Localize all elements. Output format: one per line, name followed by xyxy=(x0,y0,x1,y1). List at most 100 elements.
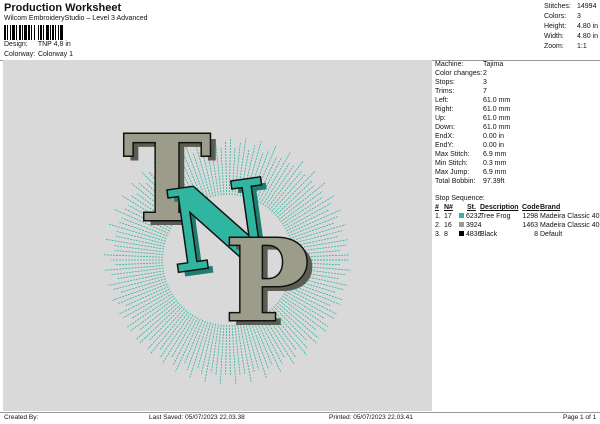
stop-row: 1. 17 6232 Tree Frog 1298 Madeira Classic 40 xyxy=(434,212,600,221)
stop-num: 1. xyxy=(435,213,441,220)
page-title: Production Worksheet xyxy=(4,2,122,14)
ray-stitch xyxy=(122,290,172,319)
ray-stitch xyxy=(278,182,326,220)
stop-sequence-header: # N# St. Description Code Brand xyxy=(434,203,600,212)
stat-row: Width: 4.80 in xyxy=(544,32,600,42)
detail-label: Color changes: xyxy=(435,70,483,77)
detail-value: 0.3 mm xyxy=(483,160,507,167)
stop-needle: 8 xyxy=(444,231,448,238)
design-label: Design: xyxy=(4,41,28,48)
colorway-label: Colorway: xyxy=(4,51,36,58)
stop-sequence-title: Stop Sequence: xyxy=(434,194,600,203)
stop-num: 3. xyxy=(435,231,441,238)
ray-stitch xyxy=(215,324,222,376)
ray-stitch xyxy=(111,267,164,276)
stat-label: Colors: xyxy=(544,13,567,20)
stop-brand: Madeira Classic 40 xyxy=(540,222,600,229)
ray-stitch xyxy=(210,324,219,373)
stop-sequence-rows: 1. 17 6232 Tree Frog 1298 Madeira Classic 40 2… xyxy=(434,212,600,239)
detail-value: 6.9 mm xyxy=(483,169,507,176)
stop-brand: Madeira Classic 40 xyxy=(540,213,600,220)
ray-stitch xyxy=(118,288,170,315)
detail-row: Right: 61.0 mm xyxy=(434,105,600,114)
detail-row: Min Stitch: 0.3 mm xyxy=(434,159,600,168)
detail-value: 61.0 mm xyxy=(483,97,511,104)
ray-stitch xyxy=(104,254,164,258)
stop-sequence: Stop Sequence: # N# St. Description Code… xyxy=(434,194,600,239)
stop-code-text: 3924 xyxy=(466,222,482,229)
stat-value: 4.80 in xyxy=(577,33,599,40)
detail-value: 3 xyxy=(483,79,487,86)
ray-stitch xyxy=(111,280,167,301)
detail-label: Max Jump: xyxy=(435,169,470,176)
stop-brand: Default xyxy=(540,231,563,238)
detail-label: Stops: xyxy=(435,79,455,86)
last-saved: Last Saved: 05/07/2023 22.03.38 xyxy=(149,414,245,421)
detail-label: Max Stitch: xyxy=(435,151,470,158)
stat-value: 1:1 xyxy=(577,43,587,50)
design-preview: T T N N P P xyxy=(3,60,432,411)
embroidery-design: T T N N P P xyxy=(104,108,351,384)
page-number: Page 1 of 1 xyxy=(563,414,597,421)
ray-stitch xyxy=(269,171,302,211)
detail-value: 0.00 in xyxy=(483,142,505,149)
detail-row: Left: 61.0 mm xyxy=(434,96,600,105)
detail-row: Machine: Tajima xyxy=(434,60,600,69)
stop-description: Tree Frog xyxy=(480,213,511,220)
detail-label: Right: xyxy=(435,106,454,113)
stop-row: 3. 8 4836 Black 8 Default xyxy=(434,230,600,239)
created-by: Created By: xyxy=(4,414,39,421)
detail-label: EndY: xyxy=(435,142,454,149)
detail-label: Total Bobbin: xyxy=(435,178,476,185)
stop-color-code: 3924 xyxy=(459,221,482,230)
detail-value: 0.00 in xyxy=(483,133,505,140)
detail-row: Up: 61.0 mm xyxy=(434,114,600,123)
colorway-value: Colorway 1 xyxy=(37,51,73,58)
detail-label: Down: xyxy=(435,124,455,131)
stop-num: 2. xyxy=(435,222,441,229)
detail-row: Color changes: 2 xyxy=(434,69,600,78)
design-value: TNP 4,8 in xyxy=(37,41,71,48)
detail-label: Machine: xyxy=(435,61,464,68)
col-description: Description xyxy=(480,204,519,211)
stat-label: Width: xyxy=(544,33,564,40)
barcode xyxy=(4,25,88,40)
stop-needle: 16 xyxy=(444,222,452,229)
color-swatch xyxy=(459,221,464,227)
ray-stitch xyxy=(114,262,164,266)
stop-stitches: 1463 xyxy=(522,222,538,229)
detail-label: Up: xyxy=(435,115,446,122)
stop-row: 2. 16 3924 1463 Madeira Classic 40 xyxy=(434,221,600,230)
color-swatch xyxy=(459,212,464,218)
col-code: Code xyxy=(522,204,540,211)
detail-value: Tajima xyxy=(483,61,504,68)
detail-row: Stops: 3 xyxy=(434,78,600,87)
ray-stitch xyxy=(149,309,187,355)
col-st: St. xyxy=(467,204,476,211)
stat-row: Zoom: 1:1 xyxy=(544,42,600,52)
detail-label: Left: xyxy=(435,97,449,104)
stop-stitches: 8 xyxy=(534,231,538,238)
app-subtitle: Wilcom EmbroideryStudio – Level 3 Advanc… xyxy=(4,15,148,22)
detail-row: Max Stitch: 6.9 mm xyxy=(434,150,600,159)
detail-row: Trims: 7 xyxy=(434,87,600,96)
stat-value: 3 xyxy=(577,13,581,20)
col-num: # xyxy=(435,204,439,211)
design-info: Design: TNP 4,8 in xyxy=(4,41,71,48)
stop-color-code: 4836 xyxy=(459,230,482,239)
detail-value: 61.0 mm xyxy=(483,106,511,113)
detail-value: 61.0 mm xyxy=(483,124,511,131)
stat-label: Stitches: xyxy=(544,3,571,10)
stats-panel: Stitches: 14994 Colors: 3 Height: 4.80 in W… xyxy=(544,2,600,52)
footer-divider xyxy=(0,412,600,413)
worksheet-header: Production Worksheet Wilcom EmbroiderySt… xyxy=(0,0,600,60)
detail-value: 97.39ft xyxy=(483,178,505,185)
stop-stitches: 1298 xyxy=(522,213,538,220)
stat-row: Colors: 3 xyxy=(544,12,600,22)
detail-row: Max Jump: 6.9 mm xyxy=(434,168,600,177)
stat-value: 14994 xyxy=(577,3,597,10)
stat-label: Height: xyxy=(544,23,567,30)
detail-row: Total Bobbin: 97.39ft xyxy=(434,177,600,186)
detail-row: EndX: 0.00 in xyxy=(434,132,600,141)
letter-p: P xyxy=(225,216,309,347)
